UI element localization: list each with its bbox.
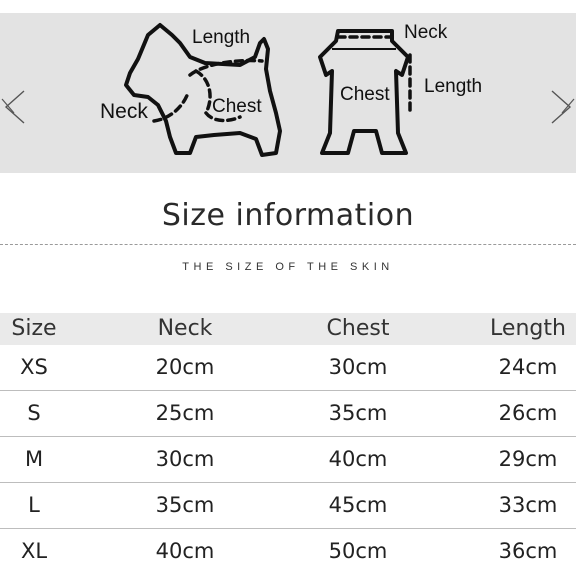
garment-length-label: Length xyxy=(424,76,483,97)
dog-length-label: Length xyxy=(192,27,251,48)
chest-cell: 45cm xyxy=(328,493,388,517)
garment-neck-label: Neck xyxy=(404,22,448,43)
neck-cell: 35cm xyxy=(155,493,215,517)
size-diagram xyxy=(124,23,412,157)
neck-cell: 20cm xyxy=(155,355,215,379)
length-cell: 33cm xyxy=(498,493,558,517)
length-cell: 29cm xyxy=(498,447,558,471)
size-cell: XL xyxy=(20,539,48,563)
header-neck: Neck xyxy=(157,316,213,341)
dog-neck-label: Neck xyxy=(100,100,148,123)
size-cell: L xyxy=(28,493,40,517)
garment-chest-label: Chest xyxy=(340,84,390,105)
header-length: Length xyxy=(490,316,566,341)
size-cell: M xyxy=(24,447,44,471)
header-size: Size xyxy=(11,316,57,341)
length-cell: 36cm xyxy=(498,539,558,563)
table-row: M 30cm 40cm 29cm xyxy=(0,437,576,483)
table-row: L 35cm 45cm 33cm xyxy=(0,483,576,529)
measurement-banner: Length Neck Chest Neck Chest Length xyxy=(0,13,576,173)
neck-cell: 25cm xyxy=(155,401,215,425)
chest-cell: 40cm xyxy=(328,447,388,471)
size-cell: XS xyxy=(20,355,48,379)
length-cell: 24cm xyxy=(498,355,558,379)
neck-cell: 30cm xyxy=(155,447,215,471)
chest-cell: 50cm xyxy=(328,539,388,563)
neck-cell: 40cm xyxy=(155,539,215,563)
table-header-row: Size Neck Chest Length xyxy=(0,313,576,345)
length-cell: 26cm xyxy=(498,401,558,425)
size-cell: S xyxy=(27,401,41,425)
page-title: Size information xyxy=(161,198,415,233)
chest-cell: 30cm xyxy=(328,355,388,379)
dog-chest-label: Chest xyxy=(212,96,262,117)
chest-cell: 35cm xyxy=(328,401,388,425)
table-row: XS 20cm 30cm 24cm xyxy=(0,345,576,391)
table-row: S 25cm 35cm 26cm xyxy=(0,391,576,437)
table-row: XL 40cm 50cm 36cm xyxy=(0,529,576,574)
size-table: Size Neck Chest Length XS 20cm 30cm 24cm… xyxy=(0,313,576,574)
page-subtitle: THE SIZE OF THE SKIN xyxy=(182,261,394,273)
header-chest: Chest xyxy=(326,316,390,341)
dashed-divider xyxy=(0,244,576,245)
